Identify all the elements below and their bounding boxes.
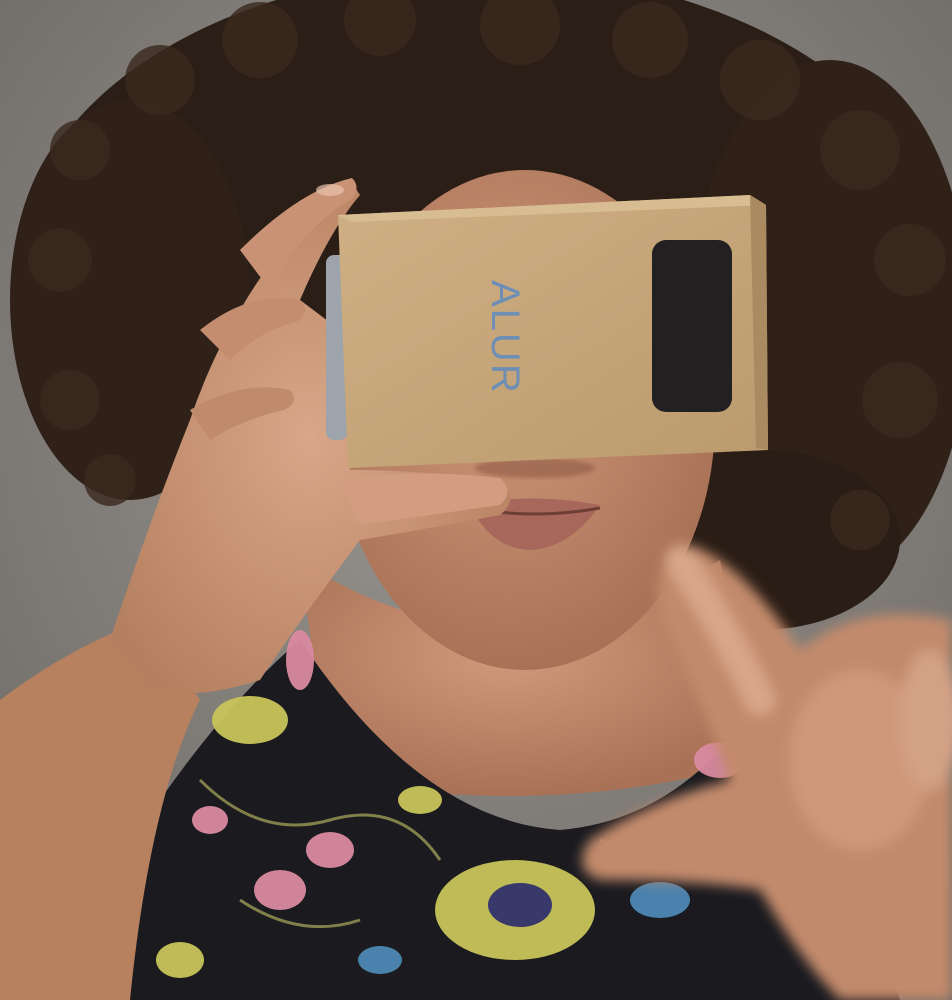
cardboard-vr-viewer bbox=[338, 195, 768, 468]
lens-window bbox=[652, 240, 732, 412]
photo-scene: ALUR bbox=[0, 0, 952, 1000]
photo-illustration bbox=[0, 0, 952, 1000]
viewer-brand-text: ALUR bbox=[483, 279, 527, 395]
